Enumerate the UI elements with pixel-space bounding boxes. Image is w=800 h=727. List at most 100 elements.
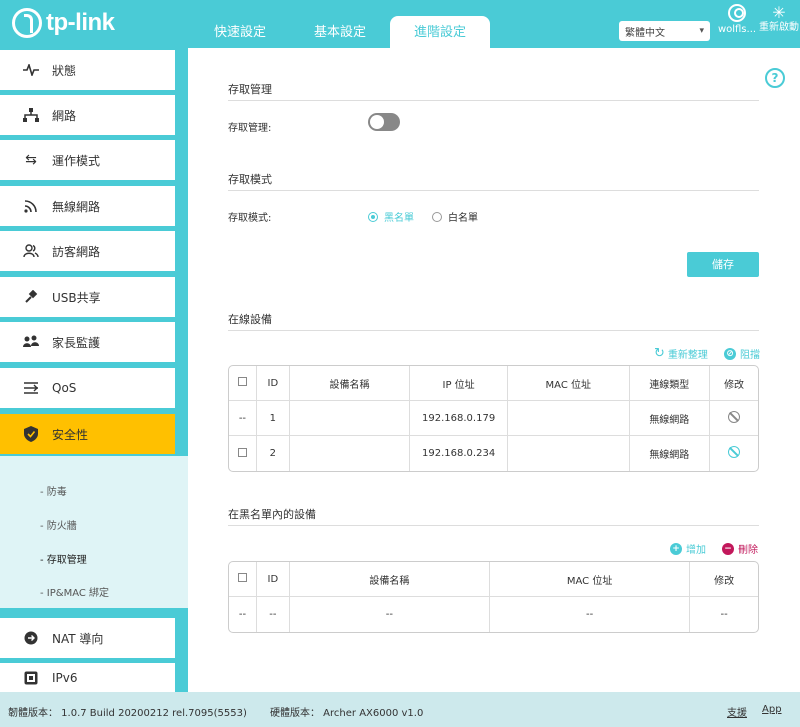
table-header-row: ID 設備名稱 MAC 位址 修改	[229, 562, 758, 597]
row-check: --	[229, 401, 257, 436]
ipv6-icon	[22, 669, 40, 687]
row-ip: 192.168.0.179	[410, 401, 509, 436]
language-select[interactable]: 繁體中文 ▾	[619, 21, 710, 41]
network-icon	[22, 106, 40, 124]
submenu-antivirus[interactable]: - 防毒	[40, 483, 67, 498]
sidebar-item-label: IPv6	[52, 670, 78, 685]
user-name: wolfls...	[717, 24, 757, 35]
table-row: -- -- -- -- --	[229, 597, 758, 632]
submenu-firewall[interactable]: - 防火牆	[40, 517, 77, 532]
block-icon: ⊘	[724, 347, 736, 360]
shield-icon	[22, 425, 40, 443]
row-id: 2	[257, 436, 290, 471]
tp-link-logo-icon	[12, 8, 42, 38]
row-mac	[508, 436, 630, 471]
delete-button[interactable]: − 刪除	[722, 541, 758, 556]
plus-icon: +	[670, 542, 682, 555]
radio-whitelist[interactable]: 白名單	[432, 209, 478, 224]
reboot-button[interactable]: ✳ 重新啟動	[758, 4, 800, 34]
online-devices-table: ID 設備名稱 IP 位址 MAC 位址 連線類型 修改 -- 1 192.16…	[228, 365, 759, 472]
sidebar-item-parental[interactable]: 家長監護	[0, 322, 175, 362]
tab-quick-setup[interactable]: 快速設定	[190, 16, 290, 48]
footer: 韌體版本： 1.0.7 Build 20200212 rel.7095(5553…	[0, 692, 800, 727]
submenu-access-control[interactable]: - 存取管理	[40, 551, 87, 566]
sidebar-item-operation-mode[interactable]: ⇆ 運作模式	[0, 140, 175, 180]
table-row: -- 1 192.168.0.179 無線網路	[229, 401, 758, 436]
sidebar-item-guest[interactable]: 訪客網路	[0, 231, 175, 271]
app-link[interactable]: App	[762, 704, 782, 715]
column-header: 修改	[690, 562, 758, 597]
refresh-label: 重新整理	[667, 350, 708, 361]
sidebar-item-qos[interactable]: QoS	[0, 368, 175, 408]
firmware-version: 韌體版本： 1.0.7 Build 20200212 rel.7095(5553…	[8, 708, 247, 719]
language-value: 繁體中文	[625, 27, 665, 39]
support-link[interactable]: 支援	[727, 704, 747, 719]
sidebar-item-label: 家長監護	[52, 335, 101, 350]
row-check: --	[229, 597, 257, 632]
sidebar-item-label: NAT 導向	[52, 631, 104, 646]
tab-advanced[interactable]: 進階設定	[390, 16, 490, 48]
chevron-down-icon: ▾	[699, 26, 704, 36]
table-row: 2 192.168.0.234 無線網路	[229, 436, 758, 471]
select-all-checkbox[interactable]	[237, 573, 247, 582]
sidebar-item-status[interactable]: 狀態	[0, 50, 175, 90]
radio-blacklist[interactable]: 黑名單	[368, 209, 414, 224]
refresh-button[interactable]: ↻ 重新整理	[654, 346, 708, 361]
add-label: 增加	[686, 545, 706, 556]
tab-basic[interactable]: 基本設定	[290, 16, 390, 48]
column-header: 設備名稱	[289, 366, 411, 401]
access-mgmt-toggle[interactable]	[368, 113, 400, 131]
block-label: 阻擋	[740, 350, 760, 361]
divider	[228, 525, 759, 526]
column-header: 修改	[710, 366, 758, 401]
save-button[interactable]: 儲存	[687, 252, 759, 277]
column-header: 設備名稱	[289, 562, 490, 597]
mode-switch-icon: ⇆	[25, 152, 37, 168]
column-header: MAC 位址	[490, 562, 691, 597]
sidebar-item-label: 狀態	[52, 63, 77, 78]
sidebar-item-security[interactable]: 安全性	[0, 414, 175, 454]
minus-icon: −	[722, 542, 734, 555]
sidebar-item-ipv6[interactable]: IPv6	[0, 663, 175, 692]
block-icon[interactable]	[728, 446, 741, 458]
sidebar-item-wireless[interactable]: 無線網路	[0, 186, 175, 226]
reboot-label: 重新啟動	[759, 22, 799, 33]
section-title-online-devices: 在線設備	[228, 313, 272, 326]
row-modify	[710, 401, 758, 436]
pulse-icon	[22, 61, 40, 79]
sidebar-item-label: QoS	[52, 381, 77, 395]
row-modify: --	[720, 609, 728, 620]
submenu-ip-mac-binding[interactable]: - IP&MAC 綁定	[40, 584, 109, 599]
brand-name: tp-link	[46, 9, 115, 36]
user-icon	[728, 4, 746, 22]
row-modify	[710, 436, 758, 471]
block-button[interactable]: ⊘ 阻擋	[724, 346, 760, 361]
sidebar-item-usb[interactable]: USB共享	[0, 277, 175, 317]
sidebar-item-label: 運作模式	[52, 153, 101, 168]
row-check	[229, 436, 257, 471]
row-ip: 192.168.0.234	[410, 436, 509, 471]
sidebar-item-network[interactable]: 網路	[0, 95, 175, 135]
guest-users-icon	[22, 242, 40, 260]
divider	[228, 100, 759, 101]
top-tabs: 快速設定 基本設定 進階設定	[190, 16, 490, 48]
toggle-knob	[370, 115, 384, 129]
row-id: 1	[256, 401, 290, 436]
sidebar-item-nat[interactable]: NAT 導向	[0, 618, 175, 658]
row-mac	[508, 401, 630, 436]
row-name	[289, 401, 411, 436]
sidebar: 狀態 網路 ⇆ 運作模式 無線網路 訪客網路 USB共享 家長監護 QoS 安全…	[0, 48, 188, 692]
access-mode-label: 存取模式:	[228, 213, 272, 224]
add-button[interactable]: + 增加	[670, 541, 706, 556]
radio-label: 白名單	[448, 213, 478, 224]
refresh-icon: ↻	[654, 346, 665, 361]
column-header: 連線類型	[629, 366, 711, 401]
row-checkbox[interactable]	[237, 447, 247, 457]
header: tp-link 快速設定 基本設定 進階設定 繁體中文 ▾ wolfls... …	[0, 0, 800, 48]
table-header-row: ID 設備名稱 IP 位址 MAC 位址 連線類型 修改	[229, 366, 758, 401]
user-account[interactable]: wolfls...	[717, 4, 757, 35]
row-id: --	[257, 597, 290, 632]
select-all-checkbox[interactable]	[237, 377, 247, 386]
sidebar-item-label: 安全性	[52, 427, 89, 442]
help-icon[interactable]: ?	[765, 68, 785, 88]
